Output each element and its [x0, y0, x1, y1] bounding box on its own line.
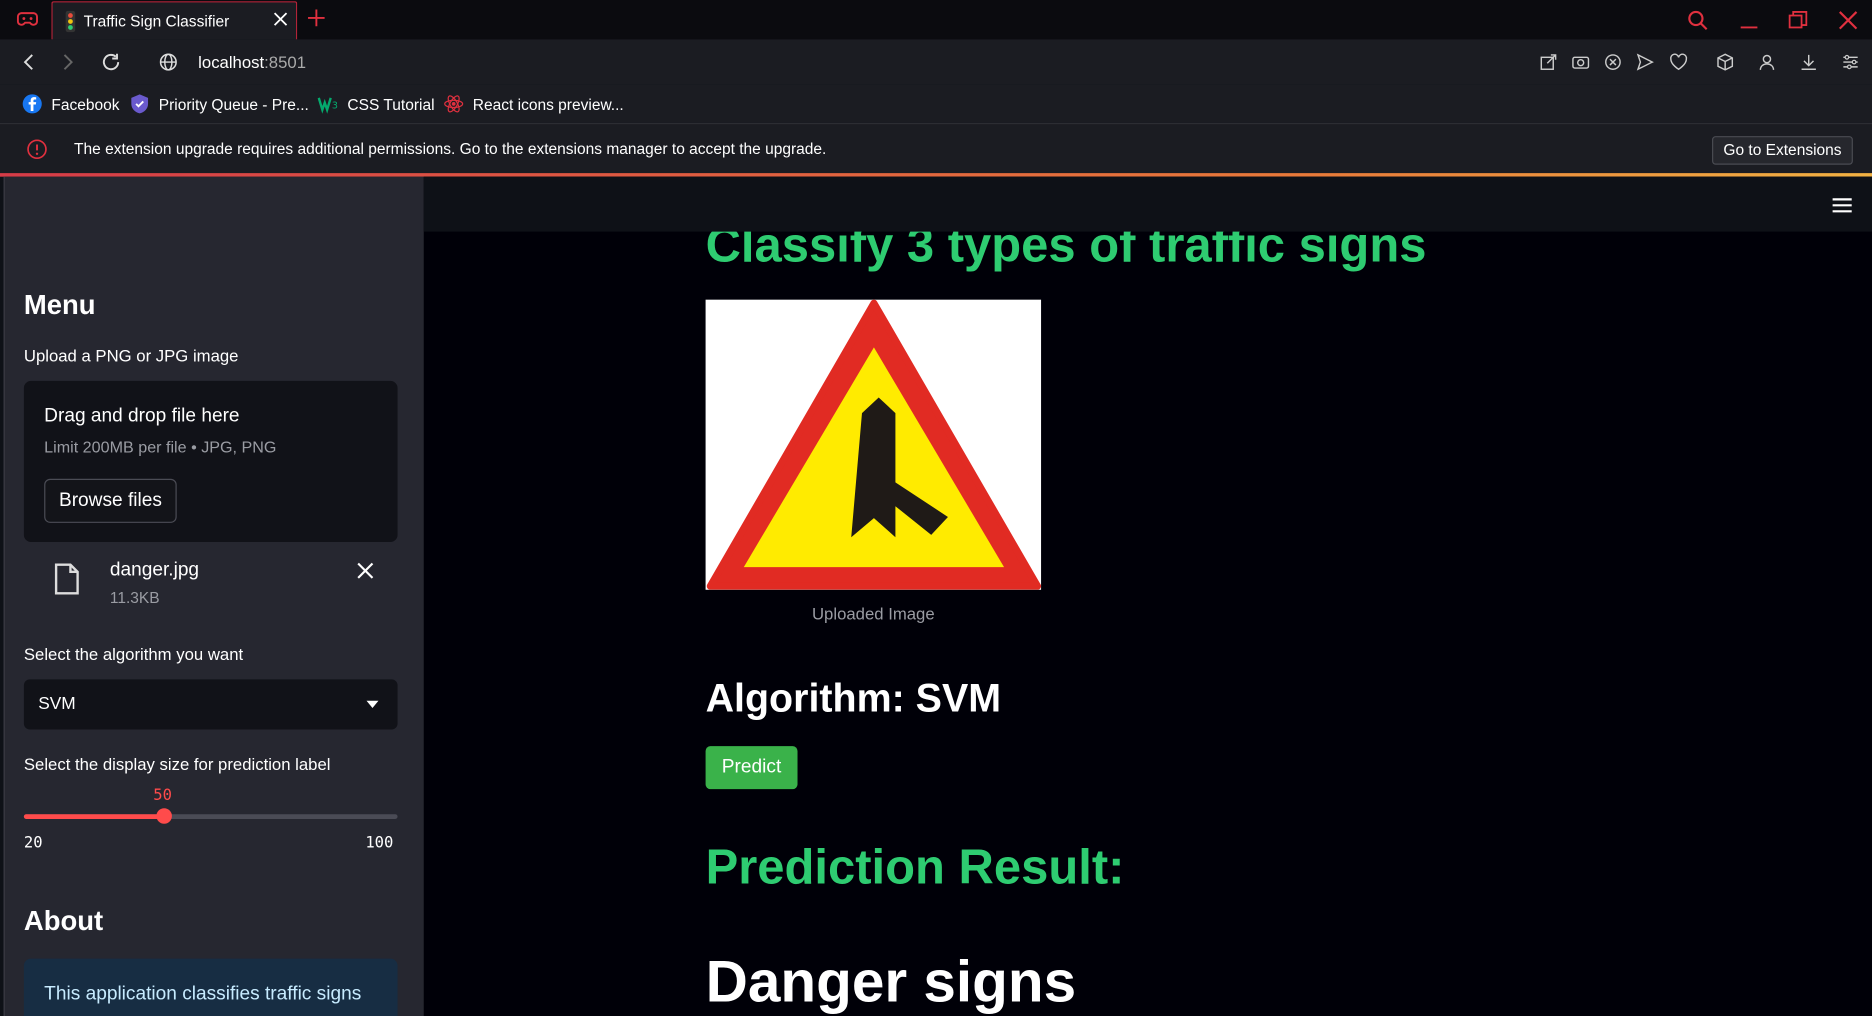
- react-icon: [444, 95, 464, 113]
- easy-setup-icon[interactable]: [1841, 53, 1860, 72]
- chevron-down-icon: [366, 700, 379, 708]
- bookmark-label: Priority Queue - Pre...: [158, 94, 309, 113]
- danger-sign-image: [706, 299, 1042, 590]
- slider-thumb[interactable]: [156, 808, 173, 824]
- bookmark-label: Facebook: [51, 94, 120, 113]
- reload-icon[interactable]: [100, 51, 121, 72]
- close-tab-icon[interactable]: [272, 11, 289, 28]
- algorithm-label: Select the algorithm you want: [23, 644, 244, 664]
- heart-icon[interactable]: [1669, 53, 1688, 72]
- send-icon[interactable]: [1636, 53, 1655, 72]
- extension-notification-bar: The extension upgrade requires additiona…: [0, 122, 1872, 174]
- download-icon[interactable]: [1799, 53, 1818, 72]
- display-size-slider[interactable]: [23, 808, 398, 824]
- active-tab[interactable]: Traffic Sign Classifier: [51, 1, 298, 40]
- dropzone-limit: Limit 200MB per file • JPG, PNG: [44, 438, 277, 457]
- close-window-icon[interactable]: [1837, 10, 1858, 31]
- display-size-label: Select the display size for prediction l…: [23, 754, 331, 774]
- main-content: Classify 3 types of traffic signs Upload…: [423, 176, 1872, 1016]
- priority-queue-icon: [131, 94, 149, 114]
- address-bar[interactable]: localhost:8501: [198, 53, 306, 72]
- bookmark-priority-queue[interactable]: Priority Queue - Pre...: [129, 93, 309, 114]
- cube-icon[interactable]: [1716, 53, 1735, 72]
- app-header: [423, 176, 1872, 232]
- about-heading: About: [23, 904, 104, 937]
- bookmarks-bar: Facebook Priority Queue - Pre... 3 CSS T…: [0, 84, 1872, 123]
- w3schools-icon: 3: [317, 97, 338, 114]
- go-to-extensions-button[interactable]: Go to Extensions: [1712, 136, 1853, 165]
- algorithm-select[interactable]: SVM: [23, 679, 398, 730]
- globe-icon: [159, 53, 177, 71]
- slider-fill: [23, 814, 165, 820]
- url-host: localhost: [198, 52, 265, 72]
- file-dropzone[interactable]: Drag and drop file here Limit 200MB per …: [23, 380, 398, 543]
- forward-icon[interactable]: [57, 51, 78, 72]
- new-tab-icon[interactable]: [308, 7, 325, 28]
- uploaded-image: [705, 299, 1042, 590]
- slider-min: 20: [23, 834, 43, 853]
- file-icon: [54, 563, 79, 595]
- bookmark-label: CSS Tutorial: [347, 94, 435, 113]
- file-size: 11.3KB: [109, 588, 160, 607]
- uploaded-file: danger.jpg 11.3KB: [24, 553, 398, 613]
- gamepad-icon[interactable]: [16, 10, 38, 29]
- info-icon: [27, 139, 47, 160]
- profile-icon[interactable]: [1757, 53, 1776, 72]
- file-name: danger.jpg: [109, 559, 200, 581]
- slider-max: 100: [365, 834, 394, 853]
- minimize-icon[interactable]: [1738, 10, 1759, 31]
- traffic-light-icon: [65, 10, 76, 33]
- prediction-value: Danger signs: [705, 950, 1077, 1015]
- about-text: This application classifies traffic sign…: [44, 983, 362, 1005]
- bookmark-label: React icons preview...: [472, 94, 624, 113]
- search-icon[interactable]: [1687, 10, 1708, 31]
- ad-block-icon[interactable]: [1603, 53, 1622, 72]
- sidebar: Menu Upload a PNG or JPG image Drag and …: [3, 176, 424, 1016]
- tab-title: Traffic Sign Classifier: [83, 11, 230, 30]
- bookmark-react-icons[interactable]: React icons preview...: [443, 93, 624, 114]
- browser-tab-bar: Traffic Sign Classifier: [0, 0, 1872, 40]
- camera-icon[interactable]: [1571, 53, 1590, 72]
- menu-heading: Menu: [23, 288, 96, 320]
- restore-icon[interactable]: [1787, 10, 1808, 31]
- image-caption: Uploaded Image: [811, 604, 935, 624]
- remove-file-icon[interactable]: [357, 562, 374, 579]
- bookmark-facebook[interactable]: Facebook: [21, 93, 119, 114]
- share-icon[interactable]: [1539, 53, 1558, 72]
- prediction-result-heading: Prediction Result:: [705, 839, 1125, 895]
- slider-value: 50: [153, 786, 172, 805]
- upload-label: Upload a PNG or JPG image: [23, 346, 239, 366]
- predict-button[interactable]: Predict: [705, 746, 798, 790]
- notification-message: The extension upgrade requires additiona…: [74, 139, 827, 158]
- about-info-box: This application classifies traffic sign…: [23, 958, 398, 1016]
- browser-toolbar: localhost:8501: [0, 39, 1872, 85]
- svg-text:3: 3: [332, 101, 338, 112]
- browse-files-button[interactable]: Browse files: [44, 478, 177, 523]
- url-port: :8501: [264, 52, 307, 72]
- facebook-icon: [22, 94, 42, 114]
- hamburger-menu-icon[interactable]: [1831, 197, 1852, 214]
- bookmark-css-tutorial[interactable]: 3 CSS Tutorial: [317, 93, 435, 114]
- back-icon[interactable]: [18, 51, 39, 72]
- dropzone-title: Drag and drop file here: [44, 405, 240, 427]
- algorithm-selected-value: SVM: [38, 694, 76, 714]
- algorithm-heading: Algorithm: SVM: [705, 675, 1002, 720]
